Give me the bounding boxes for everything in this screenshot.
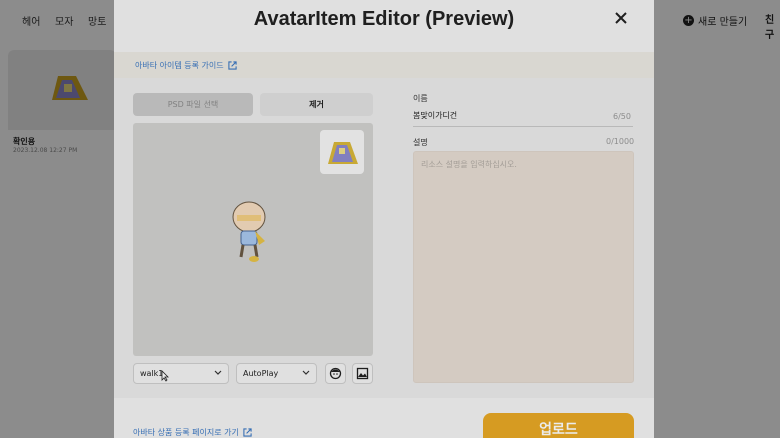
close-icon [615,12,627,24]
external-link-icon [243,428,252,437]
avatar-character [232,201,266,262]
name-input[interactable]: 봄맞이가디건 [413,109,633,127]
avatar-preview [133,123,373,356]
playback-select-value: AutoPlay [243,369,279,378]
chevron-down-icon [214,370,222,375]
animation-select-value: walk1 [140,369,164,378]
description-placeholder: 리소스 설명을 입력하십시오. [421,160,517,169]
modal-title: AvatarItem Editor (Preview) [253,8,515,30]
description-label: 설명 [413,138,428,147]
item-preview-thumbnail [320,130,364,174]
guide-link[interactable]: 아바타 아이템 등록 가이드 [135,60,237,71]
remove-button[interactable]: 제거 [260,93,373,116]
face-icon [329,367,342,380]
modal-header: AvatarItem Editor (Preview) [114,0,654,52]
guide-bar: 아바타 아이템 등록 가이드 [114,52,654,78]
psd-file-select-button[interactable]: PSD 파일 선택 [133,93,253,116]
animation-select[interactable]: walk1 [133,363,229,384]
external-link-icon [227,61,237,70]
description-textarea[interactable]: 리소스 설명을 입력하십시오. [413,151,634,383]
cape-icon [328,142,358,164]
editor-body: PSD 파일 선택 제거 walk1 AutoPlay 이름 봄맞이가디건 6/… [114,78,654,398]
face-toggle-button[interactable] [325,363,346,384]
image-icon [356,367,369,380]
image-export-button[interactable] [352,363,373,384]
close-button[interactable] [611,10,631,30]
description-char-count: 0/1000 [606,137,635,146]
guide-link-label: 아바타 아이템 등록 가이드 [135,61,224,70]
chevron-down-icon [302,370,310,375]
modal-footer: 아바타 상품 등록 페이지로 가기 업로드 [114,398,654,438]
name-char-count: 6/50 [613,112,631,121]
upload-button[interactable]: 업로드 [483,413,634,438]
product-registration-link[interactable]: 아바타 상품 등록 페이지로 가기 [133,427,252,438]
name-label: 이름 [413,94,428,103]
mouse-cursor-icon [161,370,169,382]
avatar-item-editor-modal: AvatarItem Editor (Preview) 아바타 아이템 등록 가… [114,0,654,438]
product-registration-link-label: 아바타 상품 등록 페이지로 가기 [133,428,239,437]
playback-select[interactable]: AutoPlay [236,363,317,384]
